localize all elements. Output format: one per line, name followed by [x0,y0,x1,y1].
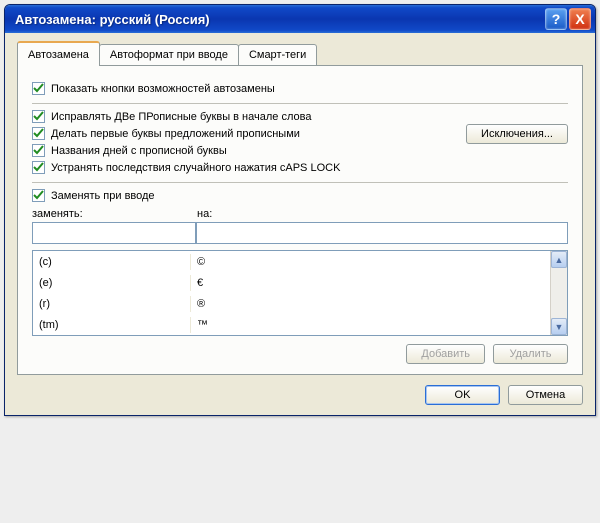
list-buttons: Добавить Удалить [32,344,568,364]
scrollbar[interactable]: ▲ ▼ [550,251,567,335]
option-label: Названия дней с прописной буквы [51,145,227,157]
option-label: Устранять последствия случайного нажатия… [51,162,340,174]
close-button[interactable]: X [569,8,591,30]
list-to: € [191,275,550,291]
list-to: © [191,254,550,270]
column-with-label: на: [197,208,568,220]
check-icon [33,145,44,156]
dialog-buttons: OK Отмена [17,385,583,405]
option-label: Исправлять ДВе ПРописные буквы в начале … [51,111,311,123]
option-two-caps-row: Исправлять ДВе ПРописные буквы в начале … [32,110,568,123]
list-from: (r) [33,296,191,312]
window-title: Автозамена: русский (Россия) [15,12,543,27]
list-from: (e) [33,275,191,291]
scroll-down-button[interactable]: ▼ [551,318,567,335]
checkbox-caps-lock[interactable] [32,161,45,174]
list-from: (c) [33,254,191,270]
tab-label: Смарт-теги [249,49,306,61]
check-icon [33,162,44,173]
cancel-button[interactable]: Отмена [508,385,583,405]
list-to: ™ [191,317,550,333]
input-row [32,222,568,244]
list-to: ® [191,296,550,312]
ok-button[interactable]: OK [425,385,500,405]
tab-panel: Показать кнопки возможностей автозамены … [17,65,583,375]
tab-label: Автозамена [28,49,89,61]
scroll-track[interactable] [551,268,567,318]
option-replace-on-type-row: Заменять при вводе [32,189,568,202]
checkbox-replace-on-type[interactable] [32,189,45,202]
list-item[interactable]: (r) ® [33,293,550,314]
divider [32,103,568,104]
columns-header: заменять: на: [32,208,568,220]
option-label: Показать кнопки возможностей автозамены [51,83,275,95]
tab-autoformat[interactable]: Автоформат при вводе [99,44,239,65]
close-icon: X [575,11,584,27]
checkbox-two-caps[interactable] [32,110,45,123]
help-icon: ? [552,11,561,27]
chevron-down-icon: ▼ [555,322,564,332]
replacements-list: (c) © (e) € (r) ® (tm) ™ [32,250,568,336]
exceptions-button[interactable]: Исключения... [466,124,568,144]
option-caps-lock-row: Устранять последствия случайного нажатия… [32,161,568,174]
tab-smarttags[interactable]: Смарт-теги [238,44,317,65]
chevron-up-icon: ▲ [555,255,564,265]
list-body[interactable]: (c) © (e) € (r) ® (tm) ™ [33,251,550,335]
client-area: Автозамена Автоформат при вводе Смарт-те… [5,33,595,415]
delete-button[interactable]: Удалить [493,344,568,364]
tab-autocorrect[interactable]: Автозамена [17,41,100,66]
replace-input[interactable] [32,222,196,244]
tab-label: Автоформат при вводе [110,49,228,61]
with-input[interactable] [196,222,568,244]
divider [32,182,568,183]
list-item[interactable]: (tm) ™ [33,314,550,335]
option-day-caps-row: Названия дней с прописной буквы [32,144,568,157]
help-button[interactable]: ? [545,8,567,30]
checkbox-show-buttons[interactable] [32,82,45,95]
check-icon [33,190,44,201]
option-show-buttons-row: Показать кнопки возможностей автозамены [32,82,568,95]
autocorrect-dialog: Автозамена: русский (Россия) ? X Автозам… [4,4,596,416]
list-from: (tm) [33,317,191,333]
column-replace-label: заменять: [32,208,197,220]
option-label: Заменять при вводе [51,190,155,202]
scroll-up-button[interactable]: ▲ [551,251,567,268]
option-label: Делать первые буквы предложений прописны… [51,128,300,140]
add-button[interactable]: Добавить [406,344,485,364]
checkbox-sentence-caps[interactable] [32,127,45,140]
list-item[interactable]: (e) € [33,272,550,293]
checkbox-day-caps[interactable] [32,144,45,157]
list-item[interactable]: (c) © [33,251,550,272]
titlebar[interactable]: Автозамена: русский (Россия) ? X [5,5,595,33]
check-icon [33,111,44,122]
tabs-strip: Автозамена Автоформат при вводе Смарт-те… [17,41,583,65]
check-icon [33,83,44,94]
check-icon [33,128,44,139]
